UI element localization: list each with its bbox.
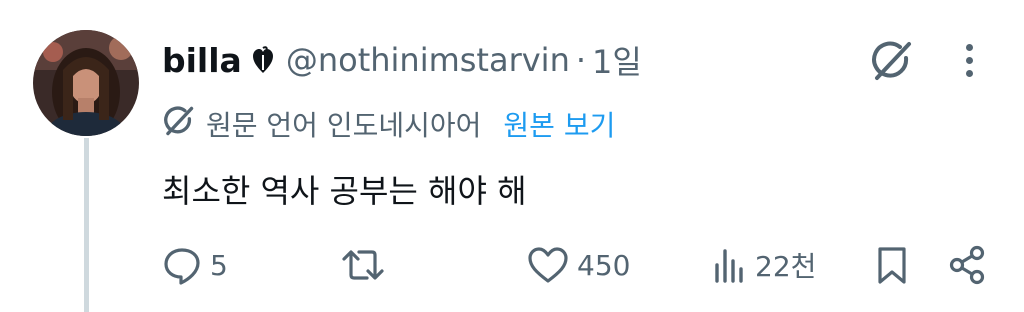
retweet-button[interactable] [340, 243, 394, 287]
views-icon [713, 245, 747, 285]
separator-dot: · [575, 41, 587, 79]
timestamp[interactable]: 1일 [592, 37, 642, 83]
reply-count: 5 [210, 248, 228, 282]
grok-icon[interactable] [866, 38, 918, 84]
like-count: 450 [577, 248, 631, 282]
views-count: 22천 [755, 250, 817, 283]
retweet-icon [340, 245, 386, 285]
share-button[interactable] [947, 243, 987, 287]
views-button[interactable]: 22천 [713, 243, 816, 287]
tweet-header: billa @nothinimstarvin · 1일 [162, 38, 642, 82]
translation-language: 원문 언어 인도네시아어 [206, 109, 482, 142]
author-handle[interactable]: @nothinimstarvin [286, 41, 570, 79]
translate-icon [162, 104, 196, 145]
reply-button[interactable]: 5 [162, 243, 228, 287]
more-icon[interactable] [952, 40, 986, 80]
avatar[interactable] [33, 30, 139, 136]
like-icon [527, 245, 569, 285]
tweet-text: 최소한 역사 공부는 해야 해 [162, 172, 527, 210]
reply-icon [162, 245, 202, 285]
author-name[interactable]: billa [162, 41, 242, 80]
bookmark-button[interactable] [876, 243, 908, 287]
bookmark-icon [876, 245, 908, 285]
like-button[interactable]: 450 [527, 243, 630, 287]
show-original-link[interactable]: 원본 보기 [503, 104, 615, 144]
action-bar: 5 450 22천 [0, 243, 1024, 287]
translation-bar: 원문 언어 인도네시아어 원본 보기 [162, 104, 615, 144]
share-icon [947, 245, 987, 285]
heart-leaf-emoji-icon [252, 46, 274, 74]
